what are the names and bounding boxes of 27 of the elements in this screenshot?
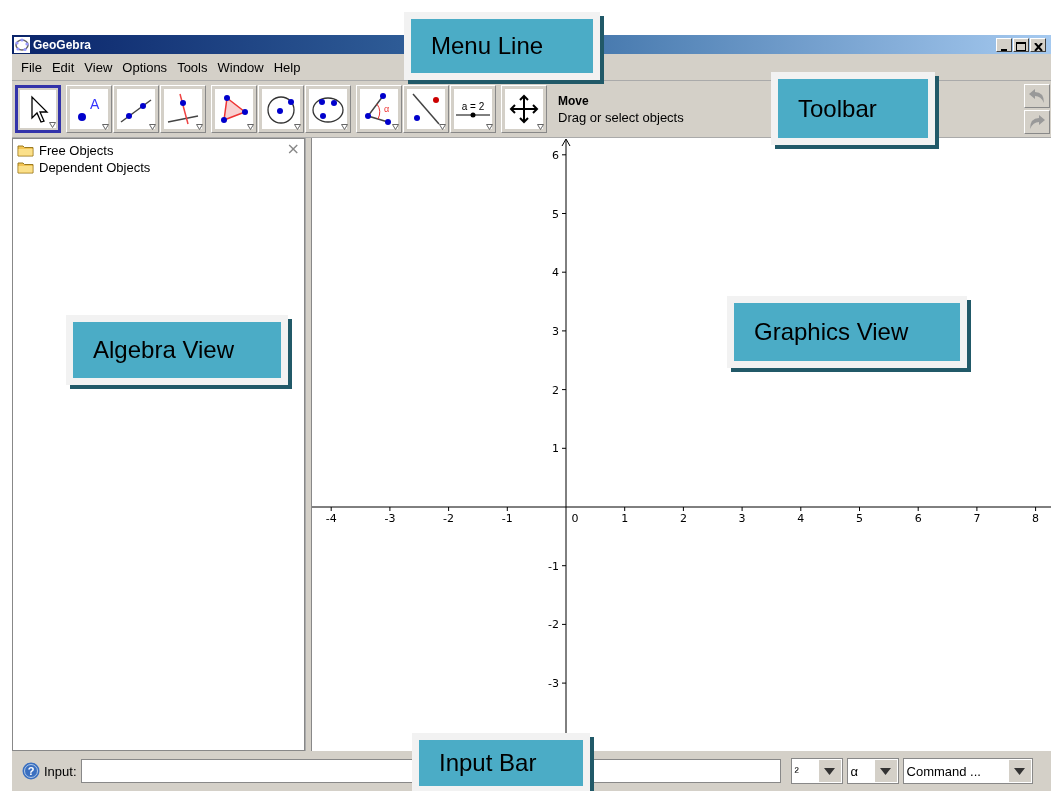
axis-tick-label: -2 bbox=[443, 512, 455, 525]
axis-tick-label: 8 bbox=[1032, 512, 1040, 525]
axis-tick-label: 0 bbox=[571, 512, 579, 525]
axis-tick-label: 2 bbox=[552, 383, 559, 397]
axis-tick-label: 4 bbox=[552, 266, 559, 280]
axis-tick-label: 4 bbox=[797, 512, 805, 525]
axis-tick-label: -2 bbox=[548, 618, 559, 632]
input-label: Input: bbox=[44, 763, 77, 779]
axis-tick-label: -1 bbox=[548, 559, 559, 573]
window-title: GeoGebra bbox=[33, 37, 92, 52]
axis-tick-label: 2 bbox=[679, 512, 687, 525]
axis-tick-label: 3 bbox=[552, 324, 559, 338]
slider-value-text: a = 2 bbox=[461, 100, 485, 112]
axis-tick-label: -3 bbox=[548, 677, 559, 691]
tool-help-text: Drag or select objects bbox=[558, 109, 684, 125]
axis-tick-label: 6 bbox=[552, 148, 559, 162]
axis-tick-label: 1 bbox=[552, 442, 559, 456]
axis-tick-label: 6 bbox=[914, 512, 922, 525]
axis-tick-label: 5 bbox=[856, 512, 863, 525]
axis-tick-label: 3 bbox=[738, 512, 746, 525]
axis-tick-label: 7 bbox=[973, 512, 981, 525]
axis-tick-label: -1 bbox=[501, 512, 513, 525]
axis-tick-label: -3 bbox=[384, 512, 396, 525]
axis-tick-label: -4 bbox=[325, 512, 337, 525]
tool-name: Move bbox=[558, 93, 590, 108]
axis-tick-label: 1 bbox=[621, 512, 629, 525]
axis-tick-label: 5 bbox=[552, 207, 559, 221]
